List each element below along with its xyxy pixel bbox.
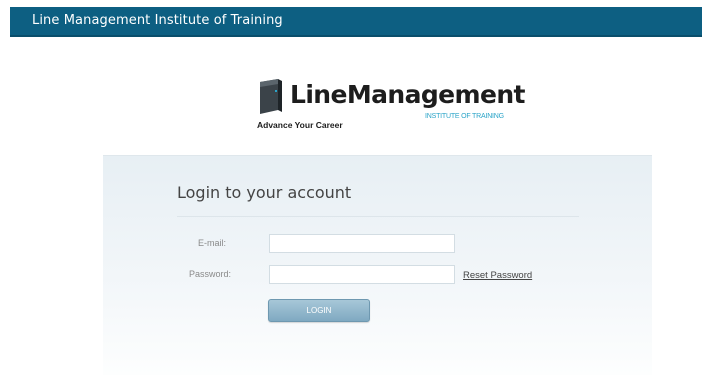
- title-divider: [177, 216, 579, 217]
- password-field[interactable]: [269, 265, 455, 284]
- email-label: E-mail:: [198, 238, 227, 248]
- reset-password-link[interactable]: Reset Password: [463, 270, 532, 281]
- logo-tagline: Advance Your Career: [257, 120, 343, 130]
- logo-subtitle: INSTITUTE OF TRAINING: [425, 113, 504, 120]
- email-field[interactable]: [269, 234, 455, 253]
- password-label: Password:: [189, 269, 232, 279]
- login-title: Login to your account: [177, 183, 352, 202]
- site-logo: LineManagement INSTITUTE OF TRAINING Adv…: [254, 76, 525, 136]
- top-header-bar: Line Management Institute of Training: [10, 7, 702, 37]
- login-button[interactable]: LOGIN: [268, 299, 370, 322]
- site-title: Line Management Institute of Training: [32, 13, 283, 28]
- logo-wordmark: LineManagement: [290, 80, 525, 109]
- login-panel: Login to your account E-mail: Password: …: [103, 155, 652, 375]
- book-icon: [260, 79, 282, 114]
